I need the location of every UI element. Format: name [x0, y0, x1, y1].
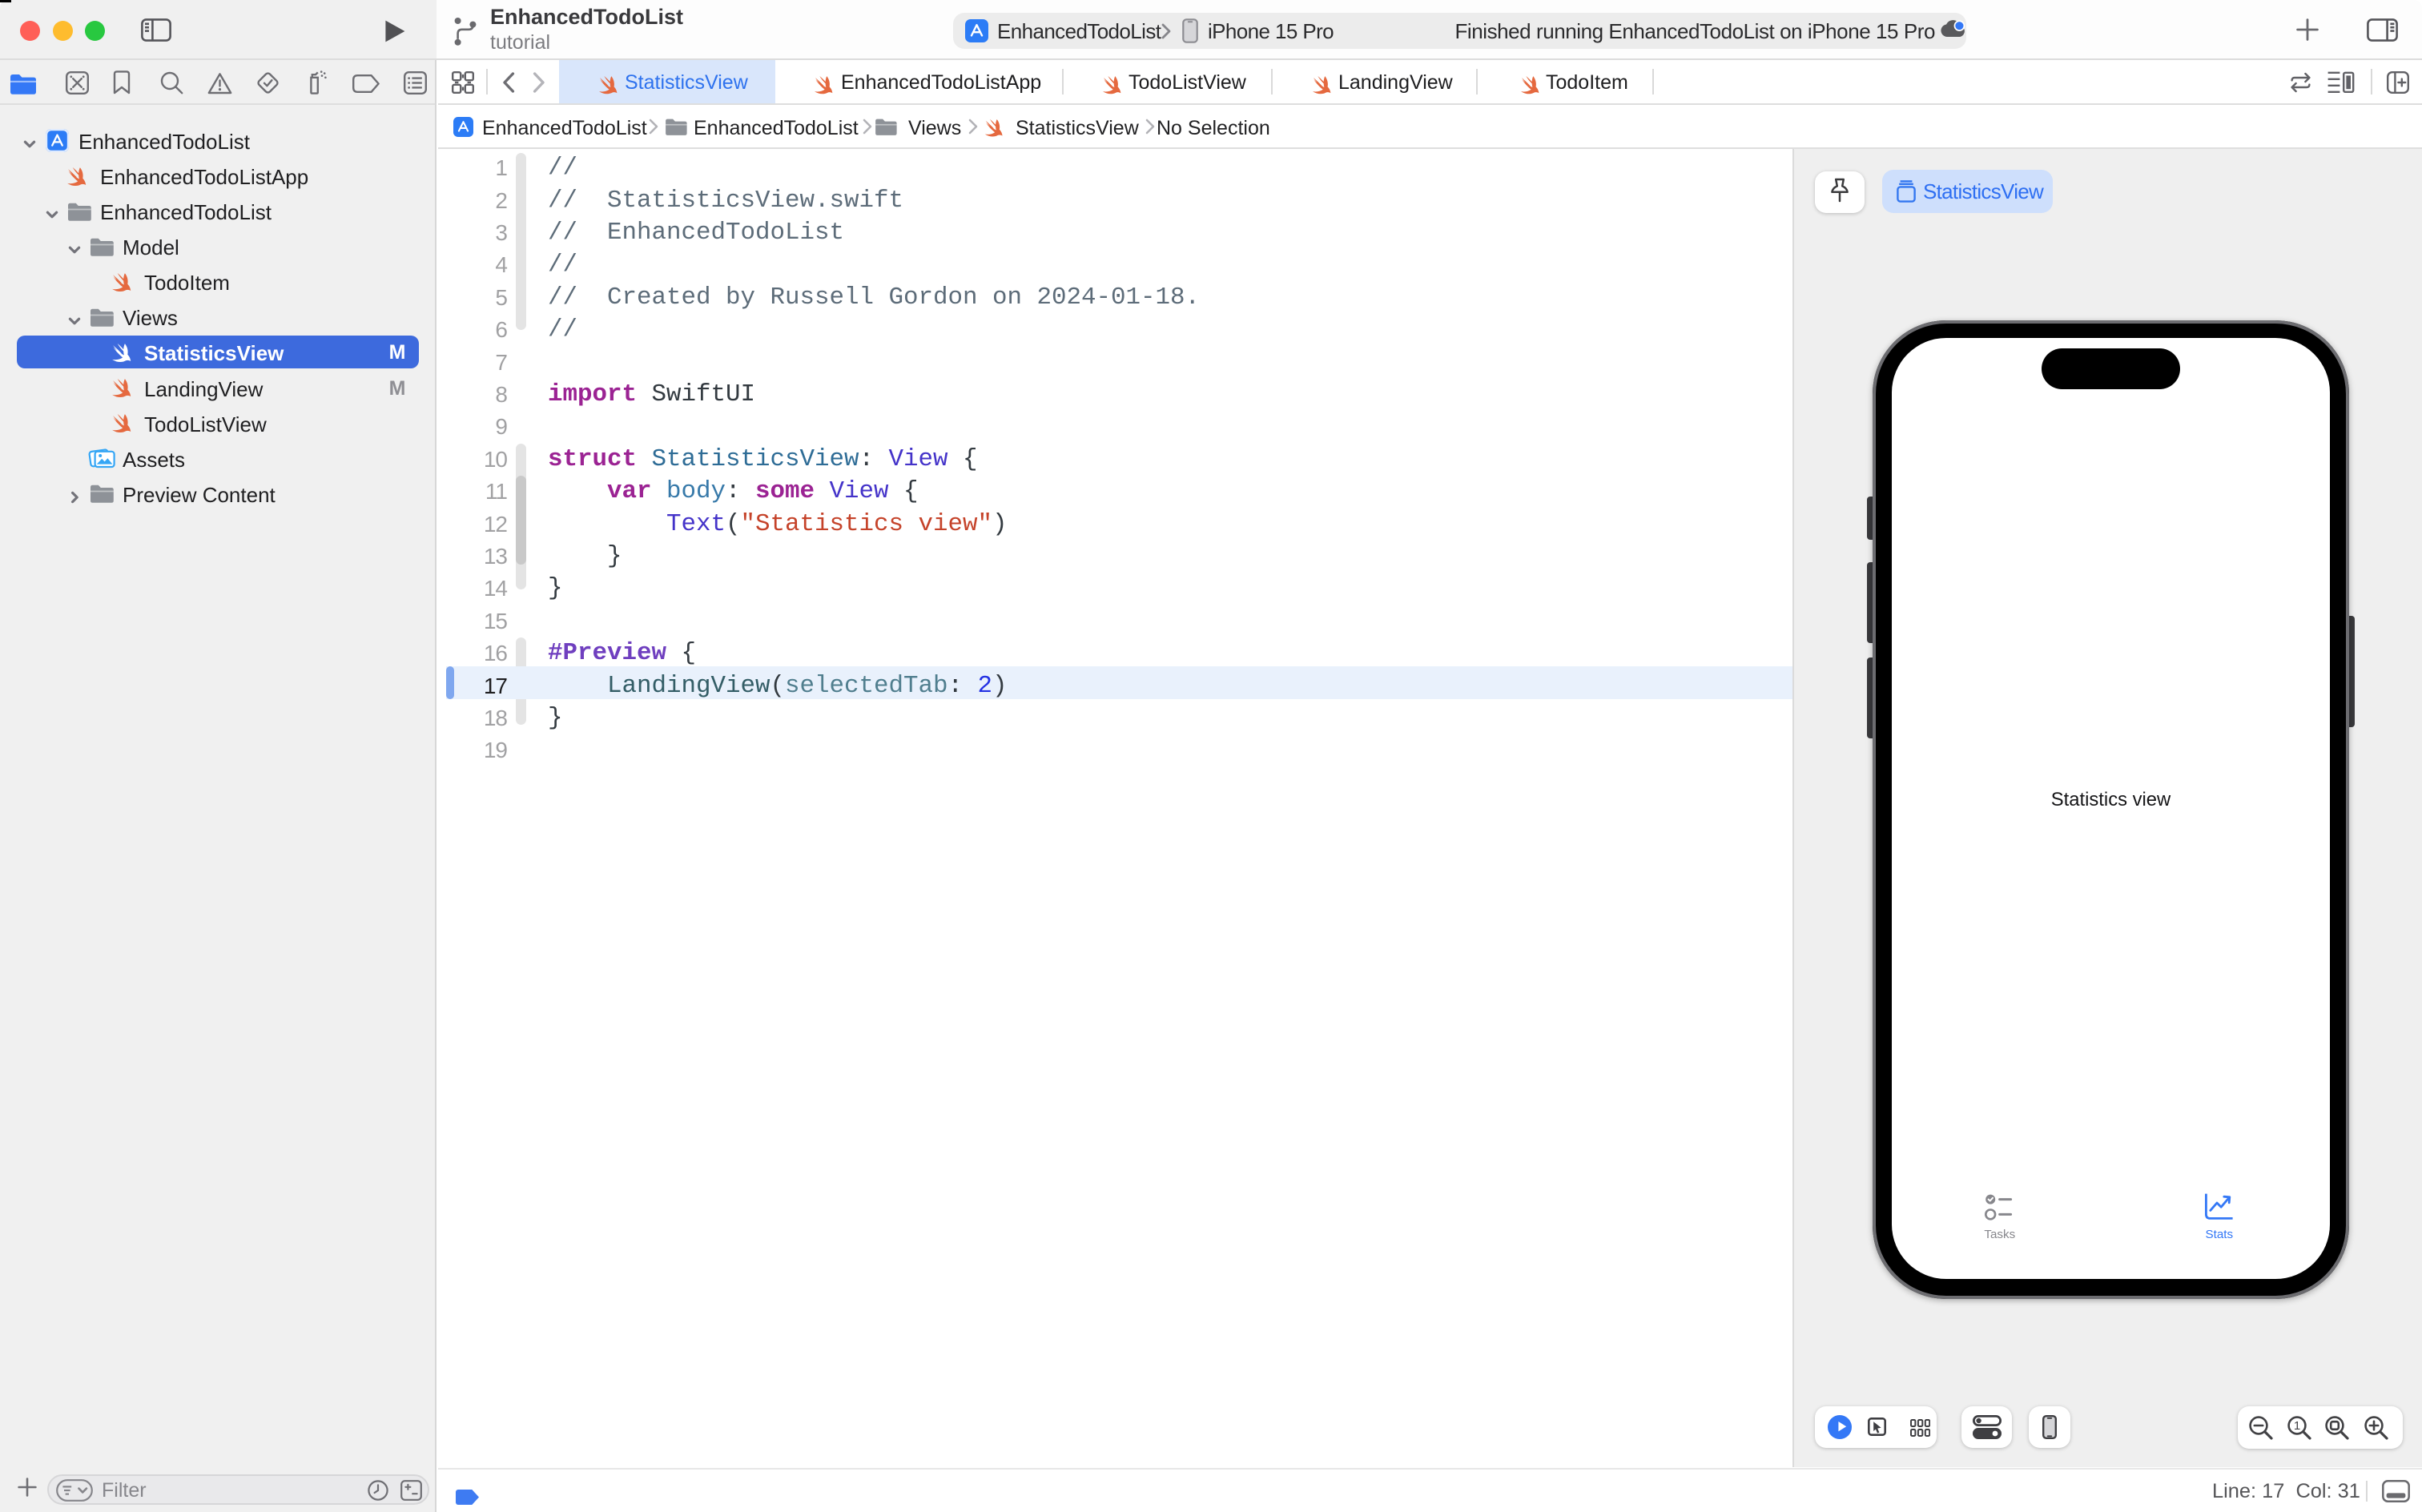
svg-text:1: 1: [2294, 1419, 2300, 1433]
